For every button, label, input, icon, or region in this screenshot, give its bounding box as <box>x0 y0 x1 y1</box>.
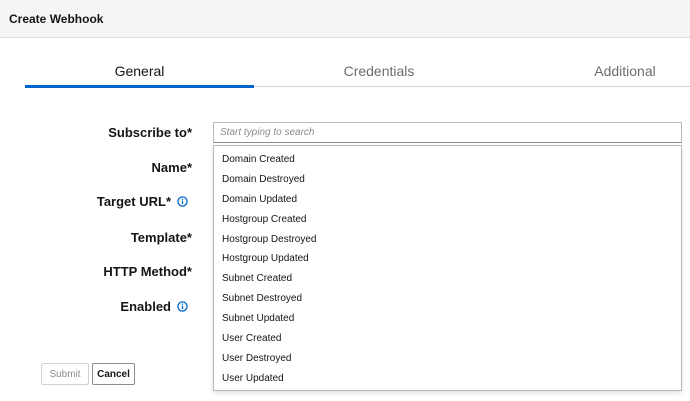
dropdown-item-domain-created[interactable]: Domain Created <box>214 150 681 170</box>
target-url-label: Target URL* <box>97 194 188 209</box>
enabled-label: Enabled <box>120 299 188 314</box>
dropdown-item-user-created[interactable]: User Created <box>214 329 681 349</box>
subscribe-to-dropdown-menu: Domain Created Domain Destroyed Domain U… <box>213 145 682 391</box>
tab-general[interactable]: General <box>25 55 254 88</box>
name-label-text: Name* <box>151 160 192 175</box>
dropdown-item-domain-updated[interactable]: Domain Updated <box>214 190 681 210</box>
subscribe-to-search-input[interactable] <box>213 122 682 143</box>
dropdown-item-hostgroup-updated[interactable]: Hostgroup Updated <box>214 249 681 269</box>
info-circle-icon[interactable] <box>177 301 188 312</box>
enabled-label-text: Enabled <box>120 299 171 314</box>
http-method-label: HTTP Method* <box>103 264 192 279</box>
cancel-button[interactable]: Cancel <box>92 363 135 385</box>
dropdown-item-subnet-updated[interactable]: Subnet Updated <box>214 309 681 329</box>
dropdown-item-user-destroyed[interactable]: User Destroyed <box>214 349 681 369</box>
dropdown-item-hostgroup-destroyed[interactable]: Hostgroup Destroyed <box>214 230 681 250</box>
dropdown-item-domain-destroyed[interactable]: Domain Destroyed <box>214 170 681 190</box>
http-method-label-text: HTTP Method* <box>103 264 192 279</box>
subscribe-to-label: Subscribe to* <box>108 125 192 140</box>
dropdown-item-user-updated[interactable]: User Updated <box>214 369 681 389</box>
modal-header: Create Webhook <box>0 0 690 38</box>
template-label: Template* <box>131 230 192 245</box>
dropdown-item-hostgroup-created[interactable]: Hostgroup Created <box>214 210 681 230</box>
tabs-bar: General Credentials Additional <box>25 55 690 88</box>
submit-button[interactable]: Submit <box>41 363 89 385</box>
modal-title: Create Webhook <box>9 12 104 26</box>
tab-additional[interactable]: Additional <box>565 55 685 87</box>
dropdown-item-subnet-created[interactable]: Subnet Created <box>214 269 681 289</box>
create-webhook-modal: Create Webhook General Credentials Addit… <box>0 0 690 401</box>
subscribe-to-label-text: Subscribe to* <box>108 125 192 140</box>
name-label: Name* <box>152 160 192 175</box>
info-circle-icon[interactable] <box>177 196 188 207</box>
tab-credentials[interactable]: Credentials <box>254 55 504 87</box>
dropdown-item-subnet-destroyed[interactable]: Subnet Destroyed <box>214 289 681 309</box>
target-url-label-text: Target URL* <box>96 194 171 209</box>
template-label-text: Template* <box>130 230 192 245</box>
